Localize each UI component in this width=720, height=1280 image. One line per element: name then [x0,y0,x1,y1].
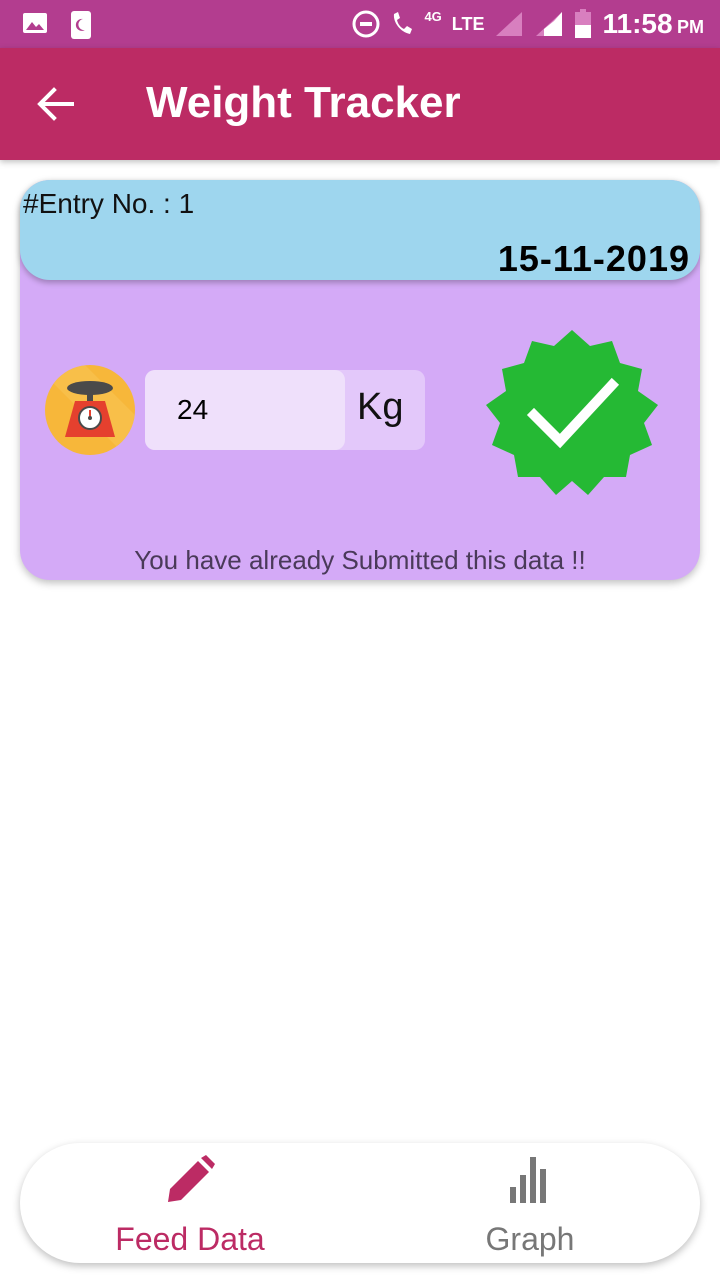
submitted-check-icon [486,330,658,496]
clock: 11:58 PM [602,8,704,40]
nav-label-graph: Graph [485,1221,575,1257]
signal-strength-2-icon [536,12,563,36]
submitted-status-message: You have already Submitted this data !! [134,545,586,575]
entry-number-label: #Entry No. : 1 [23,188,195,219]
sleep-mode-icon [71,11,91,39]
clock-time: 11:58 [602,8,673,39]
gallery-notification-icon [23,13,47,33]
weight-unit-label: Kg [357,386,404,428]
entry-date: 15-11-2019 [497,238,690,279]
nav-item-feed-data[interactable]: Feed Data [20,1143,360,1263]
network-lte-label: LTE [451,13,485,34]
weighing-scale-icon [45,365,135,455]
signal-strength-icon [496,12,523,36]
nav-label-feed-data: Feed Data [115,1221,265,1257]
status-notifications [22,10,92,40]
nav-item-graph[interactable]: Graph [360,1143,700,1263]
status-bar: 4G LTE 11:58 PM [0,0,720,48]
wifi-calling-icon [394,12,413,34]
entry-card-header: #Entry No. : 1 15-11-2019 [20,180,700,280]
back-button[interactable] [36,86,76,122]
do-not-disturb-icon [352,10,380,38]
bottom-navigation: Feed Data Graph [20,1143,700,1263]
entry-card: #Entry No. : 1 15-11-2019 24 Kg You have… [20,180,700,580]
status-system: 4G LTE 11:58 PM [352,6,704,42]
weight-input-group: 24 Kg [145,370,425,450]
pencil-icon [168,1155,215,1202]
clock-ampm: PM [677,17,704,37]
network-4g-label: 4G [424,8,442,24]
weight-input[interactable]: 24 [145,370,345,450]
page-title: Weight Tracker [146,78,461,127]
bar-chart-icon [510,1157,546,1203]
arrow-back-icon [37,87,74,121]
battery-icon [575,9,592,38]
app-bar: Weight Tracker [0,48,720,160]
